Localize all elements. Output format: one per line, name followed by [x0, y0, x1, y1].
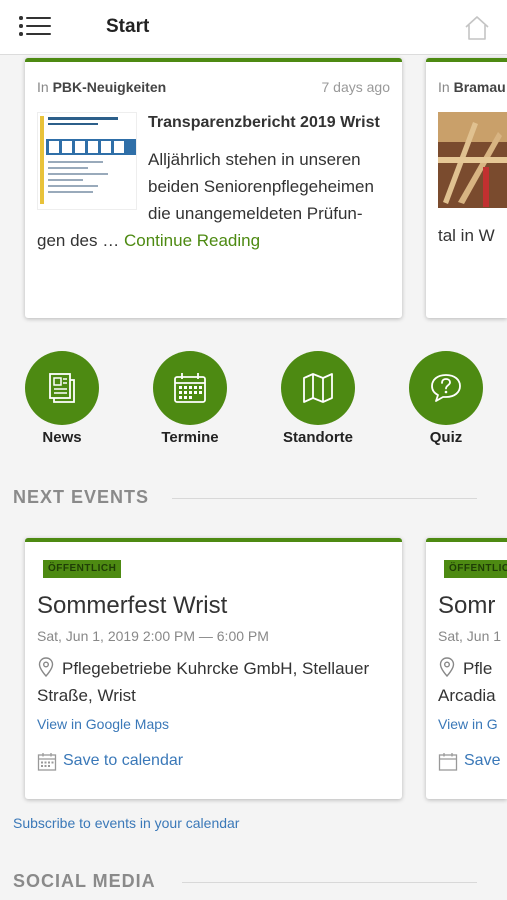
news-thumbnail [37, 112, 137, 210]
top-bar: Start [0, 0, 507, 55]
map-icon [303, 373, 333, 403]
event-time: Sat, Jun 1 [438, 628, 502, 644]
quick-link-termine[interactable]: Termine [153, 351, 227, 446]
news-time: 7 days ago [321, 79, 391, 95]
news-card[interactable]: In Bramau tal in W [426, 58, 507, 318]
quick-link-standorte[interactable]: Standorte [281, 351, 355, 446]
calendar-add-icon[interactable] [438, 752, 458, 777]
save-to-calendar-link[interactable]: Save [464, 752, 500, 770]
news-source: In Bramau [438, 79, 506, 95]
event-title[interactable]: Somr [438, 592, 495, 620]
calendar-add-icon[interactable] [37, 752, 57, 777]
subscribe-calendar-link[interactable]: Subscribe to events in your calendar [13, 815, 239, 831]
section-divider [172, 498, 477, 499]
section-title-next-events: NEXT EVENTS [13, 487, 150, 507]
save-to-calendar-link[interactable]: Save to calendar [63, 752, 183, 770]
section-title-social-media: SOCIAL MEDIA [13, 871, 156, 891]
news-excerpt: tal in W [438, 226, 495, 245]
news-source: In PBK-Neuigkeiten [37, 79, 167, 95]
event-time: Sat, Jun 1, 2019 2:00 PM — 6:00 PM [37, 628, 269, 644]
quick-link-label: Quiz [429, 429, 463, 446]
news-thumbnail [438, 112, 507, 208]
news-title[interactable]: Transparenzbericht 2019 Wrist [148, 114, 380, 132]
menu-icon[interactable] [19, 15, 51, 39]
quick-link-quiz[interactable]: Quiz [409, 351, 483, 446]
event-card[interactable]: ÖFFENTLICH Sommerfest Wrist Sat, Jun 1, … [25, 538, 402, 799]
calendar-icon [174, 373, 206, 403]
continue-reading-link[interactable]: Continue Reading [124, 231, 260, 250]
quick-link-label: News [42, 429, 82, 446]
quiz-icon [431, 374, 461, 402]
page-title: Start [106, 16, 150, 37]
google-maps-link[interactable]: View in G [438, 716, 498, 732]
quick-link-label: Standorte [282, 429, 353, 446]
section-divider [182, 882, 477, 883]
event-location: Pfle Arcadia [438, 659, 496, 705]
newspaper-icon [49, 373, 75, 403]
event-card[interactable]: ÖFFENTLICH Somr Sat, Jun 1 Pfle Arcadia … [426, 538, 507, 799]
status-badge: ÖFFENTLICH [43, 560, 122, 578]
quick-link-news[interactable]: News [25, 351, 99, 446]
news-card[interactable]: In PBK-Neuigkeiten 7 days ago Transparen… [25, 58, 402, 318]
news-excerpt: Alljährlich stehen in unseren beiden Sen… [148, 150, 374, 223]
google-maps-link[interactable]: View in Google Maps [37, 716, 169, 732]
status-badge: ÖFFENTLICH [444, 560, 507, 578]
home-icon[interactable] [463, 14, 491, 42]
news-excerpt-end: gen des … Continue Reading [37, 231, 261, 250]
quick-link-label: Termine [161, 429, 219, 446]
event-location: Pflegebetriebe Kuhrcke GmbH, Stellauer S… [37, 659, 370, 705]
event-title[interactable]: Sommerfest Wrist [37, 592, 227, 620]
